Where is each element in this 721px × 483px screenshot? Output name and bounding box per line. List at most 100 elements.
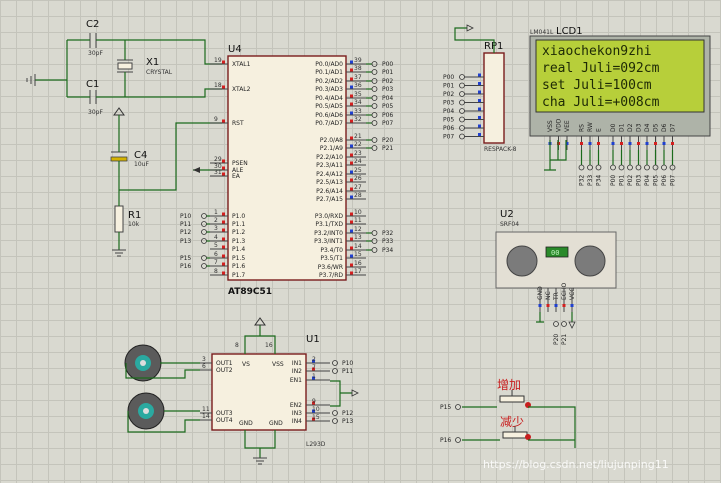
crystal-x1-symbol[interactable] <box>117 59 133 73</box>
pin-state-marker <box>620 142 623 145</box>
capacitor-c2-symbol[interactable] <box>89 33 97 48</box>
net-terminal[interactable] <box>669 164 676 171</box>
pin-state-marker <box>350 153 353 157</box>
u1-pin-label: IN4 <box>292 418 302 425</box>
ultrasonic-sensor-u2[interactable]: U2 SRF04 00 GNDNCTRECHOVCCP20P21 <box>495 209 617 345</box>
u4-pin-label: P1.6 <box>232 263 245 270</box>
motor-1[interactable] <box>124 344 200 382</box>
pin-state-marker <box>570 304 574 307</box>
pin-state-marker <box>222 159 225 163</box>
net-terminal[interactable] <box>201 213 207 219</box>
u4-pin-number: 28 <box>354 192 362 199</box>
net-terminal[interactable] <box>459 108 465 114</box>
net-terminal[interactable] <box>561 321 567 327</box>
net-terminal[interactable] <box>201 255 207 261</box>
pin-state-marker <box>554 304 558 307</box>
net-terminal[interactable] <box>459 74 465 80</box>
net-terminal[interactable] <box>371 78 378 84</box>
net-terminal[interactable] <box>652 164 659 171</box>
net-terminal[interactable] <box>459 116 465 123</box>
net-terminal[interactable] <box>459 125 465 131</box>
net-terminal[interactable] <box>371 247 378 253</box>
u4-pin-number: 7 <box>214 259 218 266</box>
net-terminal[interactable] <box>371 145 378 151</box>
motor-driver-u1[interactable]: U1 L293D 3 OUT1 6 OUT2 11 OUT3 14 OUT4 2 IN1 P10 7 I… <box>200 317 359 465</box>
net-terminal[interactable] <box>371 103 378 109</box>
u1-pin-label: OUT4 <box>216 417 233 424</box>
button-increase[interactable] <box>499 390 531 408</box>
motor-2[interactable] <box>127 392 200 433</box>
net-terminal[interactable] <box>371 86 378 92</box>
u4-pin-number: 39 <box>354 57 362 64</box>
net-terminal[interactable] <box>644 164 650 171</box>
pin-state-marker <box>350 60 353 64</box>
net-terminal[interactable] <box>332 410 338 416</box>
net-terminal[interactable] <box>610 164 616 171</box>
net-terminal[interactable] <box>635 164 642 171</box>
net-terminal[interactable] <box>201 221 207 227</box>
lcd-pin-label: D5 <box>653 123 660 132</box>
pin-state-marker <box>478 107 481 111</box>
net-terminal[interactable] <box>371 137 378 143</box>
net-terminal[interactable] <box>371 120 378 126</box>
pin-state-marker <box>222 220 225 224</box>
net-terminal[interactable] <box>371 95 378 101</box>
net-terminal[interactable] <box>595 164 602 171</box>
net-terminal[interactable] <box>618 164 625 171</box>
lcd-net-label: P02 <box>627 175 634 186</box>
ground-symbol <box>26 74 36 86</box>
lcd-display-lcd1[interactable]: LM041L LCD1 xiaochekon9zhi real Juli=092… <box>529 26 711 186</box>
u2-net-label: P21 <box>561 334 568 345</box>
net-terminal[interactable] <box>459 99 465 106</box>
pin-state-marker <box>350 220 353 224</box>
pin-state-marker <box>222 172 225 176</box>
resistor-pack-rp1[interactable]: RP1 RESPACK-8 P00P01P02P03P04P05P06P07 <box>443 24 517 153</box>
microcontroller-u4[interactable]: U4 AT89C51 19XTAL118XTAL29RST29PSEN30ALE… <box>180 44 393 297</box>
u1-pin-number: 11 <box>202 406 210 413</box>
lcd-net-label: P34 <box>596 175 603 186</box>
u4-net-label: P07 <box>382 120 393 127</box>
net-terminal[interactable] <box>332 418 338 424</box>
u4-net-label: P12 <box>180 229 191 236</box>
lcd-pin-label: D1 <box>619 123 626 132</box>
rp1-net-label: P01 <box>443 83 454 90</box>
net-terminal[interactable] <box>459 82 465 89</box>
net-terminal[interactable] <box>332 360 338 366</box>
net-terminal[interactable] <box>371 61 378 67</box>
net-terminal[interactable] <box>578 164 585 171</box>
net-terminal[interactable] <box>371 69 378 75</box>
lcd-line-2: real Juli=092cm <box>542 61 660 76</box>
resistor-r1-symbol[interactable] <box>114 205 124 233</box>
u1-pin-label: EN2 <box>290 402 302 409</box>
net-terminal[interactable] <box>459 91 465 97</box>
u2-ref: U2 <box>500 209 514 220</box>
u2-display: 00 <box>551 249 559 257</box>
lcd-pin-label: VSS <box>547 120 554 132</box>
net-terminal[interactable] <box>459 133 465 140</box>
c1-ref: C1 <box>86 79 99 90</box>
net-terminal[interactable] <box>371 230 378 236</box>
net-terminal[interactable] <box>661 164 667 171</box>
net-terminal[interactable] <box>371 112 378 118</box>
u4-pin-number: 16 <box>354 260 362 267</box>
u1-pin-label: IN1 <box>292 360 302 367</box>
net-terminal[interactable] <box>627 164 633 171</box>
net-terminal[interactable] <box>201 238 207 244</box>
net-terminal[interactable] <box>332 368 338 374</box>
u4-pin-number: 9 <box>214 116 218 123</box>
net-terminal[interactable] <box>587 164 593 171</box>
u4-pin-label: PSEN <box>232 160 248 167</box>
transducer-left <box>506 245 538 277</box>
c4-value: 10uF <box>134 161 149 168</box>
net-terminal[interactable] <box>201 263 207 269</box>
net-terminal[interactable] <box>371 238 378 244</box>
capacitor-c4-symbol[interactable] <box>110 151 128 162</box>
u4-pin-label: P0.0/AD0 <box>315 61 343 68</box>
clock-reset-section: C2 30pF C1 30pF X1 CRYSTAL C4 10uF R1 10… <box>26 19 222 257</box>
schematic-canvas[interactable]: C2 30pF C1 30pF X1 CRYSTAL C4 10uF R1 10… <box>0 0 721 483</box>
u4-pin-label: P2.3/A11 <box>316 162 343 169</box>
pin-state-marker <box>222 254 225 258</box>
net-terminal[interactable] <box>201 229 207 235</box>
capacitor-c1-symbol[interactable] <box>89 90 97 104</box>
net-terminal[interactable] <box>553 321 559 327</box>
